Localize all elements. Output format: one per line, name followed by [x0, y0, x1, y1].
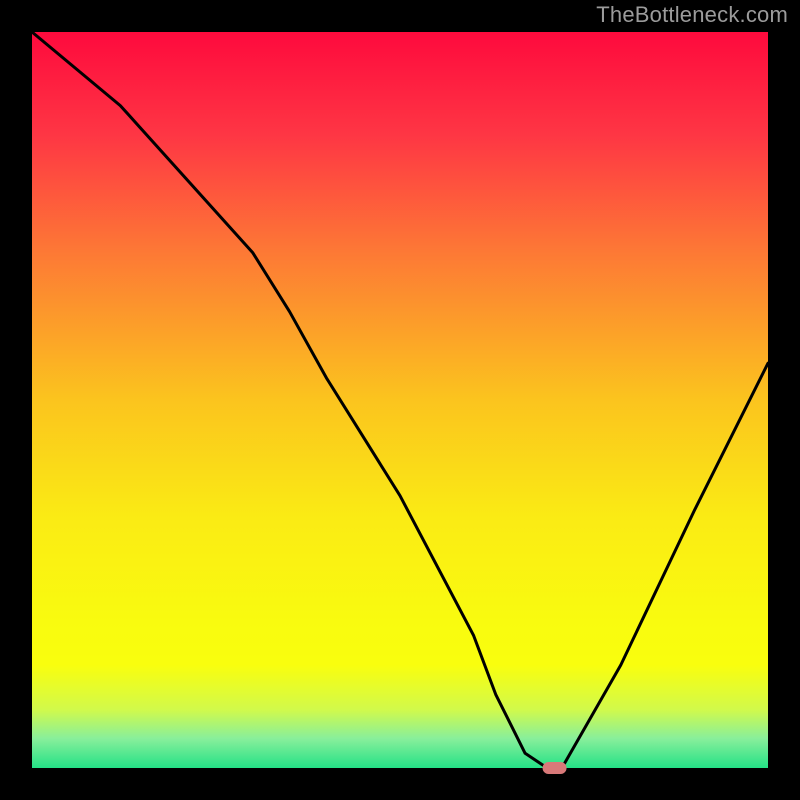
plot-area [32, 32, 768, 768]
watermark-text: TheBottleneck.com [596, 2, 788, 28]
bottleneck-chart: TheBottleneck.com [0, 0, 800, 800]
chart-svg [0, 0, 800, 800]
optimal-point-marker [543, 762, 567, 774]
